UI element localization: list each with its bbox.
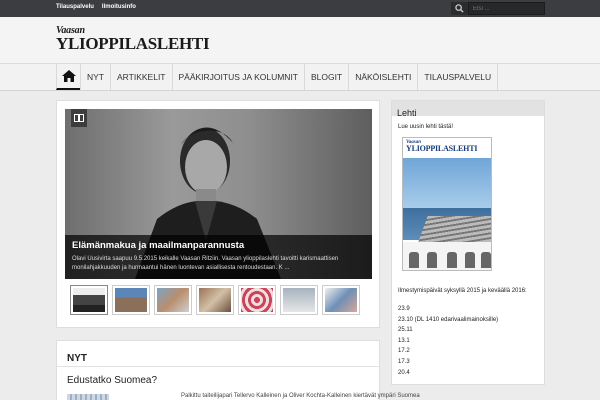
magazine-cover[interactable]: Vaasan YLIOPPILASLEHTI: [402, 137, 492, 271]
nav-item-blogit[interactable]: BLOGIT: [304, 64, 348, 90]
thumbnail-4[interactable]: [196, 285, 234, 315]
sidebar-header: Lehti: [392, 101, 544, 118]
thumbnail-6[interactable]: [280, 285, 318, 315]
thumbnail-3[interactable]: [154, 285, 192, 315]
schedule-date: 25.11: [398, 327, 413, 334]
sidebar-heading: Lehti: [397, 108, 417, 118]
schedule-date: 17.2: [398, 348, 410, 355]
home-icon: [61, 70, 76, 82]
schedule-date: 23.9: [398, 306, 410, 312]
cover-title-line-2: YLIOPPILASLEHTI: [406, 144, 478, 153]
sidebar-intro: Lue uusin lehti tästä!: [398, 124, 454, 130]
sidebar-lehti: Lehti Lue uusin lehti tästä! Vaasan YLIO…: [391, 100, 545, 385]
nyt-post-excerpt: Palkittu taiteilijapari Tellervo Kallein…: [181, 393, 420, 399]
schedule-dates: 23.9 23.10 (DL 1410 edarivaalimainoksill…: [398, 304, 498, 378]
nyt-header: NYT: [57, 341, 379, 367]
thumbnail-7[interactable]: [322, 285, 360, 315]
thumbnail-1[interactable]: [70, 285, 108, 315]
site-header: Vaasan YLIOPPILASLEHTI: [0, 17, 600, 64]
featured-slide[interactable]: Elämänmakua ja maailmanparannusta Olavi …: [65, 109, 372, 279]
nav-item-tilauspalvelu[interactable]: TILAUSPALVELU: [417, 64, 499, 90]
nyt-post-title[interactable]: Edustatko Suomea?: [67, 375, 157, 386]
nyt-section: NYT Edustatko Suomea? Palkittu taiteilij…: [56, 340, 420, 400]
schedule-title: Ilmestymispäivät syksyllä 2015 ja kevääl…: [398, 288, 527, 294]
nyt-post-thumbnail[interactable]: [67, 394, 109, 400]
schedule-date: 13.1: [398, 337, 410, 344]
search-button[interactable]: [451, 2, 468, 15]
thumbnail-2[interactable]: [112, 285, 150, 315]
top-links: Tilauspalvelu Ilmoitusinfo: [56, 4, 136, 10]
thumbnail-5[interactable]: [238, 285, 276, 315]
cover-photo-strip: [403, 242, 491, 270]
logo-line-2: YLIOPPILASLEHTI: [56, 34, 210, 53]
top-link-tilauspalvelu[interactable]: Tilauspalvelu: [56, 4, 94, 10]
featured-panel: Elämänmakua ja maailmanparannusta Olavi …: [56, 100, 380, 328]
book-icon: [74, 114, 84, 122]
search-input[interactable]: [468, 2, 545, 15]
schedule-date: 17.3: [398, 358, 410, 365]
site-logo[interactable]: Vaasan YLIOPPILASLEHTI: [56, 26, 210, 53]
search-icon: [455, 4, 464, 13]
main-nav-bar: NYT ARTIKKELIT PÄÄKIRJOITUS JA KOLUMNIT …: [0, 64, 600, 91]
nav-item-paakirjoitus[interactable]: PÄÄKIRJOITUS JA KOLUMNIT: [171, 64, 305, 90]
cover-sky: [403, 158, 491, 208]
nyt-heading: NYT: [67, 353, 87, 364]
cover-dock: [418, 216, 491, 242]
nav-home[interactable]: [56, 64, 80, 90]
article-type-badge: [71, 109, 87, 127]
nav-item-nakoislehti[interactable]: NÄKÖISLEHTI: [348, 64, 417, 90]
schedule-date: 23.10 (DL 1410 edarivaalimainoksille): [398, 316, 499, 323]
schedule-date: 20.4: [398, 369, 410, 376]
main-nav: NYT ARTIKKELIT PÄÄKIRJOITUS JA KOLUMNIT …: [56, 64, 499, 90]
top-bar: Tilauspalvelu Ilmoitusinfo: [0, 0, 600, 17]
top-link-ilmoitusinfo[interactable]: Ilmoitusinfo: [102, 4, 136, 10]
nav-item-nyt[interactable]: NYT: [80, 64, 110, 90]
featured-title[interactable]: Elämänmakua ja maailmanparannusta: [72, 240, 365, 251]
nav-item-artikkelit[interactable]: ARTIKKELIT: [110, 64, 172, 90]
featured-excerpt: Olavi Uusivirta saapuu 9.5.2015 keikalle…: [72, 256, 339, 271]
featured-thumbnails: [70, 285, 360, 315]
featured-caption: Elämänmakua ja maailmanparannusta Olavi …: [65, 235, 372, 279]
